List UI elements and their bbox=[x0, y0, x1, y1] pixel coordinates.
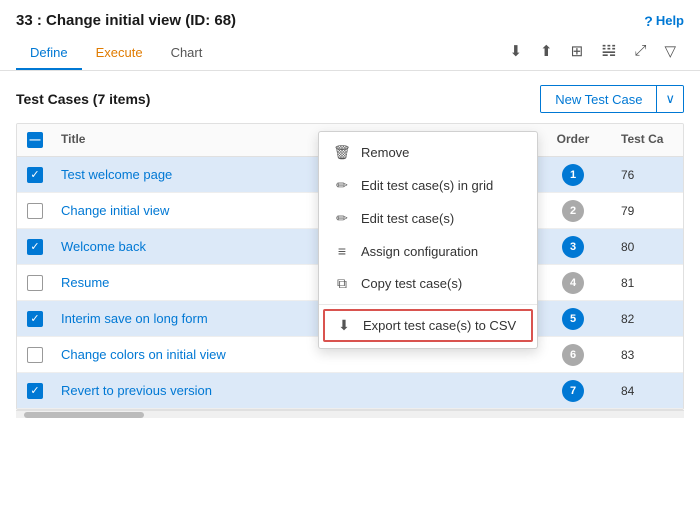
context-menu: 🗑 Remove ✏ Edit test case(s) in grid ✏ E… bbox=[318, 131, 538, 349]
row-3-check[interactable] bbox=[17, 239, 53, 255]
row-6-testcase: 83 bbox=[613, 342, 683, 368]
page-title: 33 : Change initial view (ID: 68) bbox=[16, 12, 236, 29]
header: 33 : Change initial view (ID: 68) ? Help… bbox=[0, 0, 700, 71]
row-6-order: 6 bbox=[533, 338, 613, 372]
tab-define[interactable]: Define bbox=[16, 37, 82, 70]
row-2-checkbox[interactable] bbox=[27, 203, 43, 219]
toolbar-icons: ⬇ ⬆ ⊞ 𝍏 ⤢ ▽ bbox=[505, 39, 684, 69]
row-4-check[interactable] bbox=[17, 275, 53, 291]
header-check-cell bbox=[17, 130, 53, 150]
row-5-testcase: 82 bbox=[613, 306, 683, 332]
context-menu-divider bbox=[319, 304, 537, 305]
row-4-order: 4 bbox=[533, 266, 613, 300]
context-menu-export-csv[interactable]: ⬇ Export test case(s) to CSV bbox=[323, 309, 533, 342]
help-link[interactable]: ? Help bbox=[644, 13, 684, 29]
row-5-checkbox[interactable] bbox=[27, 311, 43, 327]
header-title-row: 33 : Change initial view (ID: 68) ? Help bbox=[16, 12, 684, 29]
row-1-order-badge: 1 bbox=[562, 164, 584, 186]
import-icon[interactable]: ⬇ bbox=[505, 40, 526, 62]
edit-grid-icon: ✏ bbox=[333, 177, 351, 194]
row-3-order: 3 bbox=[533, 230, 613, 264]
row-1-check[interactable] bbox=[17, 167, 53, 183]
row-4-order-badge: 4 bbox=[562, 272, 584, 294]
row-1-checkbox[interactable] bbox=[27, 167, 43, 183]
edit-icon[interactable]: 𝍏 bbox=[597, 39, 620, 63]
context-menu-copy[interactable]: ⧉ Copy test case(s) bbox=[319, 267, 537, 300]
trash-icon: 🗑 bbox=[333, 144, 351, 161]
content-area: Test Cases (7 items) New Test Case ∨ Tit… bbox=[0, 71, 700, 418]
row-7-testcase: 84 bbox=[613, 378, 683, 404]
expand-icon[interactable]: ⤢ bbox=[630, 40, 650, 61]
tabs-left: Define Execute Chart bbox=[16, 37, 216, 70]
row-5-order-badge: 5 bbox=[562, 308, 584, 330]
row-4-checkbox[interactable] bbox=[27, 275, 43, 291]
row-2-check[interactable] bbox=[17, 203, 53, 219]
table-row: Revert to previous version 7 84 bbox=[17, 373, 683, 409]
row-3-order-badge: 3 bbox=[562, 236, 584, 258]
assign-icon: ≡ bbox=[333, 243, 351, 259]
help-circle-icon: ? bbox=[644, 13, 653, 29]
row-3-testcase: 80 bbox=[613, 234, 683, 260]
row-3-checkbox[interactable] bbox=[27, 239, 43, 255]
row-6-order-badge: 6 bbox=[562, 344, 584, 366]
app-container: 33 : Change initial view (ID: 68) ? Help… bbox=[0, 0, 700, 418]
select-all-checkbox[interactable] bbox=[27, 132, 43, 148]
row-6-check[interactable] bbox=[17, 347, 53, 363]
row-4-testcase: 81 bbox=[613, 270, 683, 296]
tab-execute[interactable]: Execute bbox=[82, 37, 157, 70]
row-7-checkbox[interactable] bbox=[27, 383, 43, 399]
new-test-case-btn-group: New Test Case ∨ bbox=[540, 85, 684, 113]
filter-icon[interactable]: ▽ bbox=[660, 40, 680, 62]
row-7-check[interactable] bbox=[17, 383, 53, 399]
export-csv-icon: ⬇ bbox=[335, 317, 353, 334]
row-2-order-badge: 2 bbox=[562, 200, 584, 222]
tab-chart[interactable]: Chart bbox=[157, 37, 217, 70]
header-order: Order bbox=[533, 130, 613, 150]
edit-case-icon: ✏ bbox=[333, 210, 351, 227]
row-7-order: 7 bbox=[533, 374, 613, 408]
scrollbar-thumb[interactable] bbox=[24, 412, 144, 418]
copy-icon: ⧉ bbox=[333, 275, 351, 292]
context-menu-assign[interactable]: ≡ Assign configuration bbox=[319, 235, 537, 267]
context-menu-edit[interactable]: ✏ Edit test case(s) bbox=[319, 202, 537, 235]
section-title: Test Cases (7 items) bbox=[16, 91, 150, 107]
tabs-bar: Define Execute Chart ⬇ ⬆ ⊞ 𝍏 ⤢ ▽ bbox=[16, 37, 684, 70]
grid-icon[interactable]: ⊞ bbox=[567, 40, 588, 62]
context-menu-edit-grid[interactable]: ✏ Edit test case(s) in grid bbox=[319, 169, 537, 202]
row-7-order-badge: 7 bbox=[562, 380, 584, 402]
section-header: Test Cases (7 items) New Test Case ∨ bbox=[16, 85, 684, 113]
row-5-order: 5 bbox=[533, 302, 613, 336]
row-1-order: 1 bbox=[533, 158, 613, 192]
new-test-case-button[interactable]: New Test Case bbox=[541, 86, 656, 112]
row-2-testcase: 79 bbox=[613, 198, 683, 224]
row-6-checkbox[interactable] bbox=[27, 347, 43, 363]
row-7-title[interactable]: Revert to previous version bbox=[53, 377, 533, 404]
row-2-order: 2 bbox=[533, 194, 613, 228]
horizontal-scrollbar[interactable] bbox=[16, 410, 684, 418]
export-icon[interactable]: ⬆ bbox=[536, 40, 557, 62]
new-test-case-dropdown-button[interactable]: ∨ bbox=[656, 86, 683, 112]
context-menu-remove[interactable]: 🗑 Remove bbox=[319, 136, 537, 169]
row-5-check[interactable] bbox=[17, 311, 53, 327]
row-1-testcase: 76 bbox=[613, 162, 683, 188]
header-testcase: Test Ca bbox=[613, 130, 683, 150]
